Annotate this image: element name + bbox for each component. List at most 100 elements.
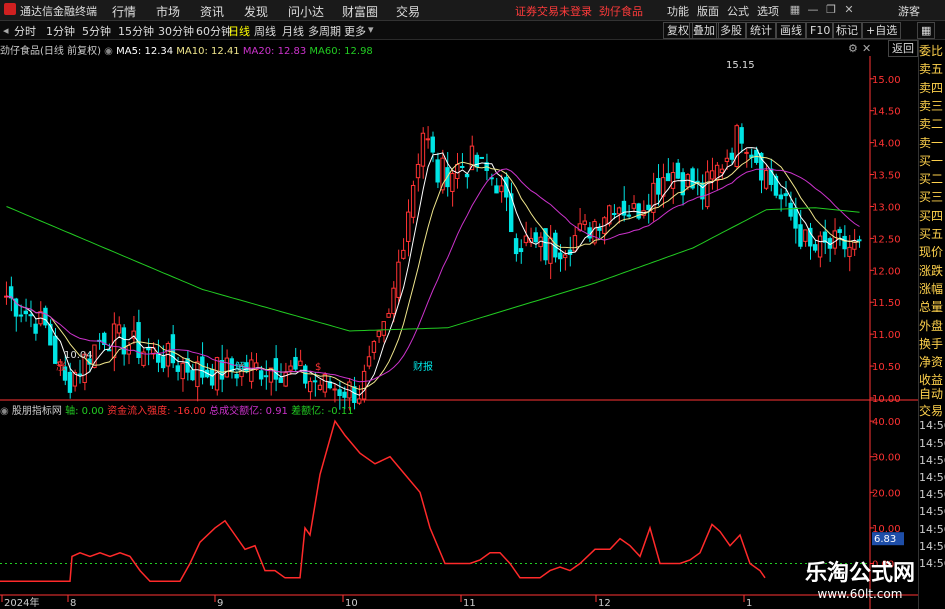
menu-gongneng[interactable]: 功能 bbox=[667, 3, 689, 19]
menu-shichang[interactable]: 市场 bbox=[156, 3, 180, 20]
candle-body bbox=[513, 238, 519, 255]
indicator-tick-label: 40.00 bbox=[872, 417, 901, 428]
btn-duogu[interactable]: 多股 bbox=[716, 22, 746, 39]
candle-body bbox=[719, 168, 725, 174]
period-60min[interactable]: 60分钟 bbox=[196, 23, 232, 39]
menu-xuanxiang[interactable]: 选项 bbox=[757, 3, 779, 19]
login-status[interactable]: 证券交易未登录 劲仔食品 bbox=[515, 3, 643, 19]
btn-zoom[interactable]: ▦ bbox=[917, 22, 936, 39]
indicator-toggle-icon[interactable]: ◉ bbox=[0, 406, 9, 417]
candle-body bbox=[322, 373, 328, 393]
price-tick-label: 11.50 bbox=[872, 298, 901, 309]
menu-wenxiaoda[interactable]: 问小达 bbox=[288, 3, 324, 20]
minimize-icon[interactable]: — bbox=[805, 2, 821, 18]
candle-body bbox=[258, 370, 264, 380]
trade-panel-label: 14:56 bbox=[919, 557, 945, 570]
quote-panel-label: 卖四 bbox=[919, 80, 944, 95]
candle-body bbox=[195, 361, 200, 388]
candle-body bbox=[499, 185, 504, 193]
period-fenshi[interactable]: 分时 bbox=[14, 23, 36, 39]
period-more[interactable]: 更多 bbox=[344, 23, 366, 39]
candle-body bbox=[455, 164, 460, 180]
candle-body bbox=[180, 362, 185, 380]
menu-faxian[interactable]: 发现 bbox=[244, 3, 268, 20]
close-icon[interactable]: ✕ bbox=[841, 2, 857, 18]
candle-body bbox=[391, 287, 396, 315]
candle-body bbox=[185, 358, 190, 373]
grid-icon[interactable]: ▦ bbox=[787, 2, 803, 18]
trade-panel-label: 14:56 bbox=[919, 436, 945, 450]
candle-body bbox=[410, 184, 416, 218]
candle-body bbox=[435, 159, 440, 183]
menu-jiaoyi[interactable]: 交易 bbox=[396, 3, 420, 20]
menu-caifuquan[interactable]: 财富圈 bbox=[342, 3, 378, 20]
indicator-name: 股朋指标网 bbox=[11, 406, 62, 417]
candle-body bbox=[523, 235, 529, 244]
btn-biaoji[interactable]: 标记 bbox=[832, 22, 862, 39]
period-month[interactable]: 月线 bbox=[282, 23, 304, 39]
ma20-line bbox=[6, 168, 860, 383]
settings-icon[interactable]: ⚙ bbox=[848, 42, 858, 55]
app-title: 通达信金融终端 bbox=[20, 5, 97, 18]
btn-tongji[interactable]: 统计 bbox=[746, 22, 776, 39]
quote-header: 劲仔食品(日线 前复权) ◉ MA5: 12.34 MA10: 12.41 MA… bbox=[0, 42, 373, 57]
quote-panel-label: 外盘 bbox=[919, 318, 944, 333]
trade-panel-label: 14:56 bbox=[919, 453, 945, 467]
menu-zixun[interactable]: 资讯 bbox=[200, 3, 224, 20]
period-5min[interactable]: 5分钟 bbox=[82, 23, 111, 39]
dropdown-icon[interactable]: ▾ bbox=[368, 23, 374, 36]
high-price-label: 15.15 bbox=[726, 60, 755, 71]
candle-body bbox=[219, 360, 225, 380]
period-week[interactable]: 周线 bbox=[254, 23, 276, 39]
menu-gongshi[interactable]: 公式 bbox=[727, 3, 749, 19]
menu-banmian[interactable]: 版面 bbox=[697, 3, 719, 19]
price-tick-label: 10.00 bbox=[872, 394, 901, 405]
period-15min[interactable]: 15分钟 bbox=[118, 23, 154, 39]
date-label: 9 bbox=[217, 598, 223, 609]
close-chart-icon[interactable]: ✕ bbox=[862, 42, 871, 55]
btn-diejia[interactable]: 叠加 bbox=[689, 22, 719, 39]
candle-body bbox=[200, 356, 205, 378]
btn-zixuan[interactable]: +自选 bbox=[862, 22, 902, 39]
btn-huaxian[interactable]: 画线 bbox=[776, 22, 806, 39]
candle-body bbox=[332, 388, 337, 391]
btn-f10[interactable]: F10 bbox=[806, 22, 835, 39]
candle-body bbox=[558, 252, 563, 260]
indicator-axis-value: 轴: 0.00 bbox=[65, 406, 104, 417]
guest-label[interactable]: 游客 bbox=[898, 3, 920, 19]
period-30min[interactable]: 30分钟 bbox=[158, 23, 194, 39]
candle-body bbox=[479, 156, 484, 159]
collapse-icon[interactable]: ◂ bbox=[3, 24, 9, 37]
candle-body bbox=[361, 370, 367, 400]
quote-panel-label: 涨跌 bbox=[919, 263, 944, 278]
candle-body bbox=[724, 157, 730, 162]
kline-chart[interactable]: 15.00 14.50 14.00 13.50 13.00 12.50 12.00 11.50… bbox=[0, 56, 918, 609]
period-day[interactable]: 日线 bbox=[228, 23, 250, 39]
candle-body bbox=[352, 386, 357, 403]
menu-hangqing[interactable]: 行情 bbox=[112, 3, 136, 20]
period-1min[interactable]: 1分钟 bbox=[46, 23, 75, 39]
app-logo-icon bbox=[4, 3, 16, 15]
candle-body bbox=[116, 324, 122, 334]
quote-panel-label: 净资 bbox=[919, 355, 944, 370]
indicator-inflow-value: 资金流入强度: -16.00 bbox=[107, 406, 206, 417]
period-multi[interactable]: 多周期 bbox=[308, 23, 341, 39]
candle-body bbox=[783, 193, 788, 197]
price-tick-label: 14.00 bbox=[872, 139, 901, 150]
period-bar: ◂ 分时 1分钟 5分钟 15分钟 30分钟 60分钟 日线 周线 月线 多周期… bbox=[0, 21, 945, 40]
candle-body bbox=[562, 254, 568, 259]
moving-averages bbox=[6, 147, 860, 396]
candle-body bbox=[386, 312, 391, 318]
candle-body bbox=[170, 334, 176, 364]
candle-body bbox=[656, 178, 661, 195]
restore-icon[interactable]: ❐ bbox=[823, 2, 839, 18]
candle-body bbox=[33, 323, 38, 334]
candle-body bbox=[675, 162, 681, 179]
quote-panel-label: 现价 bbox=[919, 245, 944, 260]
candle-body bbox=[307, 380, 313, 393]
quote-panel-label: 买二 bbox=[919, 172, 944, 187]
back-button[interactable]: 返回 bbox=[888, 40, 918, 57]
ma5-line bbox=[6, 147, 860, 396]
indicator-total-value: 总成交额亿: 0.91 bbox=[209, 406, 288, 417]
quote-panel-label: 卖五 bbox=[919, 62, 944, 77]
